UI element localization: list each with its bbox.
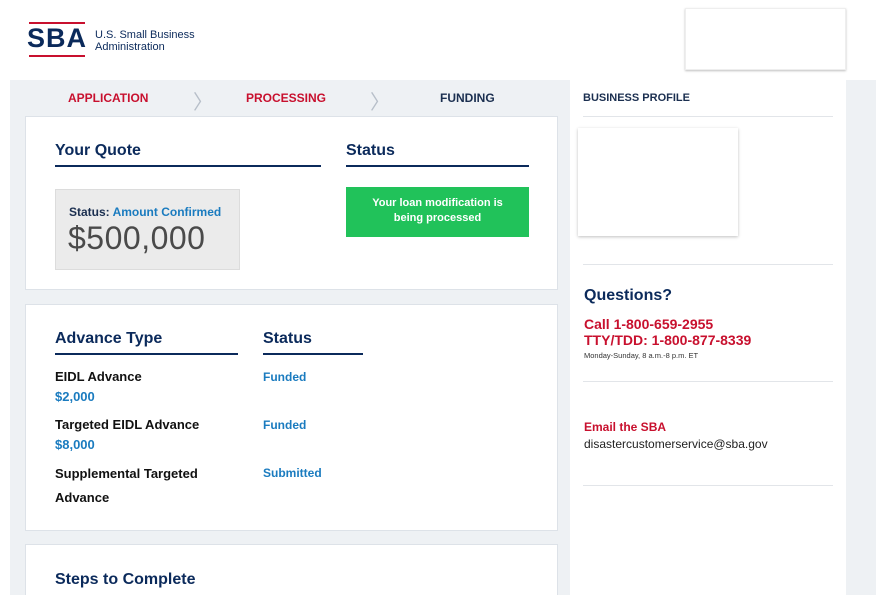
header-account-box[interactable] bbox=[685, 8, 846, 70]
site-header: SBA U.S. Small Business Administration bbox=[0, 0, 876, 80]
title-underline bbox=[55, 165, 321, 167]
right-gutter bbox=[846, 80, 876, 595]
business-profile-title: BUSINESS PROFILE bbox=[583, 92, 690, 104]
email-label: Email the SBA bbox=[584, 420, 667, 434]
advance-name: Supplemental Targeted bbox=[55, 466, 198, 481]
quote-status-value: Amount Confirmed bbox=[112, 205, 222, 219]
chevron-right-icon: 〉 bbox=[370, 92, 390, 114]
call-phone-link[interactable]: Call 1-800-659-2955 bbox=[584, 316, 751, 332]
title-underline bbox=[55, 353, 238, 355]
status-banner: Your loan modification is being processe… bbox=[346, 187, 529, 237]
sba-logo-mark: SBA bbox=[27, 22, 89, 60]
tty-phone-link[interactable]: TTY/TDD: 1-800-877-8339 bbox=[584, 332, 751, 348]
phone-numbers: Call 1-800-659-2955 TTY/TDD: 1-800-877-8… bbox=[584, 316, 751, 348]
advance-status: Funded bbox=[263, 370, 307, 384]
email-address-link[interactable]: disastercustomerservice@sba.gov bbox=[584, 437, 768, 451]
divider bbox=[583, 485, 833, 486]
advance-amount: $8,000 bbox=[55, 437, 95, 452]
main-content: APPLICATION 〉 PROCESSING 〉 FUNDING Your … bbox=[10, 80, 570, 595]
progress-steps: APPLICATION 〉 PROCESSING 〉 FUNDING bbox=[10, 80, 570, 116]
questions-title: Questions? bbox=[584, 287, 673, 304]
quote-amount-box: Status: Amount Confirmed $500,000 bbox=[55, 189, 240, 270]
chevron-right-icon: 〉 bbox=[193, 92, 213, 114]
divider bbox=[583, 264, 833, 265]
sba-logo-text: U.S. Small Business Administration bbox=[95, 29, 195, 53]
steps-to-complete-card: Steps to Complete bbox=[25, 544, 558, 595]
advance-amount: $2,000 bbox=[55, 389, 95, 404]
step-funding: FUNDING bbox=[440, 91, 495, 105]
advance-name: EIDL Advance bbox=[55, 369, 142, 384]
business-profile-box bbox=[578, 128, 738, 236]
steps-to-complete-title: Steps to Complete bbox=[55, 571, 196, 588]
divider bbox=[583, 116, 833, 117]
your-quote-title: Your Quote bbox=[55, 142, 141, 159]
divider bbox=[583, 381, 833, 382]
advance-status: Funded bbox=[263, 418, 307, 432]
status-title: Status bbox=[346, 142, 395, 159]
sba-logo[interactable]: SBA U.S. Small Business Administration bbox=[27, 22, 195, 60]
advance-name-cont: Advance bbox=[55, 490, 110, 505]
step-processing: PROCESSING bbox=[246, 91, 327, 105]
advance-card: Advance Type Status EIDL Advance $2,000 … bbox=[25, 304, 558, 531]
support-hours: Monday-Sunday, 8 a.m.-8 p.m. ET bbox=[584, 351, 699, 360]
advance-name: Targeted EIDL Advance bbox=[55, 417, 200, 432]
advance-status: Submitted bbox=[263, 466, 322, 480]
title-underline bbox=[346, 165, 529, 167]
sba-logo-letters: SBA bbox=[27, 23, 88, 53]
quote-status: Status: Amount Confirmed bbox=[69, 205, 222, 219]
quote-amount: $500,000 bbox=[68, 220, 206, 256]
advance-type-title: Advance Type bbox=[55, 330, 163, 347]
quote-card: Your Quote Status Status: Amount Confirm… bbox=[25, 116, 558, 290]
step-application: APPLICATION bbox=[68, 91, 149, 105]
advance-status-title: Status bbox=[263, 330, 312, 347]
sidebar: BUSINESS PROFILE Questions? Call 1-800-6… bbox=[570, 80, 846, 595]
title-underline bbox=[263, 353, 363, 355]
